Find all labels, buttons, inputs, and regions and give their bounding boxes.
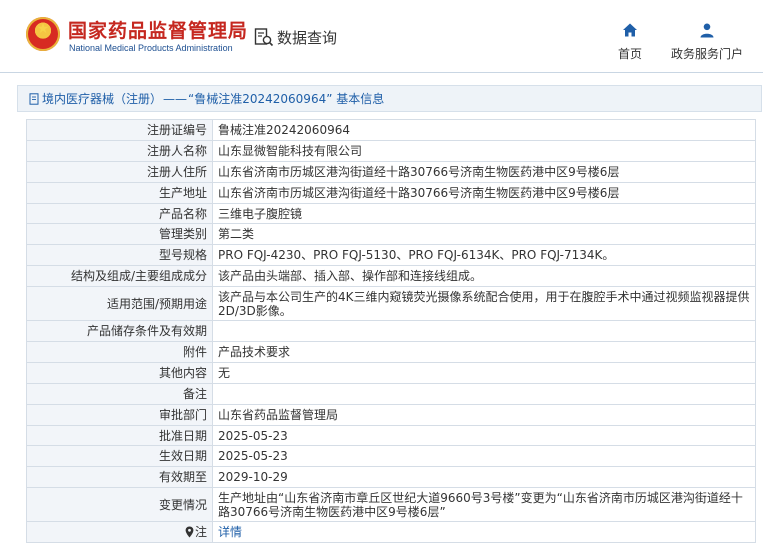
table-row: 管理类别 第二类: [26, 223, 756, 246]
site-header: 国家药品监督管理局 National Medical Products Admi…: [0, 0, 763, 73]
breadcrumb-separator: ——: [163, 91, 188, 106]
note-label: 注: [194, 525, 207, 540]
table-row: 生效日期 2025-05-23: [26, 445, 756, 468]
table-row: 附件 产品技术要求: [26, 341, 756, 363]
field-value: 详情: [212, 521, 756, 544]
field-value: PRO FQJ-4230、PRO FQJ-5130、PRO FQJ-6134K、…: [212, 244, 756, 267]
field-value: 该产品与本公司生产的4K三维内窥镜荧光摄像系统配合使用，用于在腹腔手术中通过视频…: [212, 286, 756, 322]
field-value: 山东省济南市历城区港沟街道经十路30766号济南生物医药港中区9号楼6层: [212, 160, 756, 183]
table-row: 备注: [26, 382, 756, 405]
data-search-icon: [254, 28, 274, 47]
field-value: 该产品由头端部、插入部、操作部和连接线组成。: [212, 265, 756, 288]
table-row: 其他内容 无: [26, 361, 756, 384]
nav-service-portal[interactable]: 政务服务门户: [665, 22, 749, 62]
field-label: 产品名称: [26, 202, 213, 225]
breadcrumb: 境内医疗器械（注册） —— “鲁械注准20242060964” 基本信息: [17, 85, 762, 112]
field-value: 2029-10-29: [212, 466, 756, 489]
field-label: 批准日期: [26, 424, 213, 447]
table-row: 产品储存条件及有效期: [26, 320, 756, 343]
field-value: [212, 320, 756, 343]
nav-home[interactable]: 首页: [613, 22, 647, 62]
details-link[interactable]: 详情: [218, 525, 242, 539]
site-logo-subtitle: National Medical Products Administration: [69, 43, 233, 53]
national-emblem-icon: [26, 17, 60, 51]
field-value: 三维电子腹腔镜: [212, 202, 756, 225]
table-row: 注 详情: [26, 521, 756, 544]
table-row: 批准日期 2025-05-23: [26, 424, 756, 447]
field-label: 结构及组成/主要组成成分: [26, 265, 213, 288]
field-value: 山东省药品监督管理局: [212, 403, 756, 426]
user-icon: [700, 23, 714, 38]
field-value: 2025-05-23: [212, 445, 756, 468]
field-label: 注册人住所: [26, 160, 213, 183]
table-row: 有效期至 2029-10-29: [26, 466, 756, 489]
table-row: 生产地址 山东省济南市历城区港沟街道经十路30766号济南生物医药港中区9号楼6…: [26, 181, 756, 204]
table-row: 适用范围/预期用途 该产品与本公司生产的4K三维内窥镜荧光摄像系统配合使用，用于…: [26, 286, 756, 322]
field-value: 第二类: [212, 223, 756, 246]
table-row: 注册人名称 山东显微智能科技有限公司: [26, 139, 756, 162]
field-label: 适用范围/预期用途: [26, 286, 213, 322]
field-label: 注册证编号: [26, 119, 213, 141]
data-query-link[interactable]: 数据查询: [254, 27, 337, 47]
field-value: 2025-05-23: [212, 424, 756, 447]
field-label: 审批部门: [26, 403, 213, 426]
table-row: 注册人住所 山东省济南市历城区港沟街道经十路30766号济南生物医药港中区9号楼…: [26, 160, 756, 183]
field-value: 鲁械注准20242060964: [212, 119, 756, 141]
table-row: 变更情况 生产地址由“山东省济南市章丘区世纪大道9660号3号楼”变更为“山东省…: [26, 487, 756, 523]
nav-home-label: 首页: [617, 47, 642, 61]
table-row: 审批部门 山东省药品监督管理局: [26, 403, 756, 426]
site-logo-title[interactable]: 国家药品监督管理局: [68, 16, 248, 43]
field-label: 注册人名称: [26, 139, 213, 162]
field-value: 产品技术要求: [212, 341, 756, 363]
breadcrumb-current: “鲁械注准20242060964” 基本信息: [188, 92, 385, 106]
field-label: 型号规格: [26, 244, 213, 267]
document-icon: [29, 92, 39, 105]
breadcrumb-category-link[interactable]: 境内医疗器械（注册）: [42, 90, 162, 107]
field-value: 生产地址由“山东省济南市章丘区世纪大道9660号3号楼”变更为“山东省济南市历城…: [212, 487, 756, 523]
field-label: 备注: [26, 382, 213, 405]
note-label-cell: 注: [26, 521, 213, 544]
field-value: 山东省济南市历城区港沟街道经十路30766号济南生物医药港中区9号楼6层: [212, 181, 756, 204]
field-value: 山东显微智能科技有限公司: [212, 139, 756, 162]
table-row: 结构及组成/主要组成成分 该产品由头端部、插入部、操作部和连接线组成。: [26, 265, 756, 288]
field-value: [212, 382, 756, 405]
field-label: 生产地址: [26, 181, 213, 204]
table-row: 型号规格 PRO FQJ-4230、PRO FQJ-5130、PRO FQJ-6…: [26, 244, 756, 267]
table-row: 注册证编号 鲁械注准20242060964: [26, 119, 756, 141]
location-pin-icon: [185, 526, 194, 538]
field-label: 生效日期: [26, 445, 213, 468]
nav-service-label: 政务服务门户: [670, 47, 743, 61]
field-label: 有效期至: [26, 466, 213, 489]
home-icon: [623, 23, 637, 37]
data-query-label: 数据查询: [277, 28, 338, 47]
registration-info-table: 注册证编号 鲁械注准20242060964 注册人名称 山东显微智能科技有限公司…: [26, 119, 756, 544]
field-value: 无: [212, 361, 756, 384]
field-label: 变更情况: [26, 487, 213, 523]
field-label: 管理类别: [26, 223, 213, 246]
field-label: 产品储存条件及有效期: [26, 320, 213, 343]
field-label: 其他内容: [26, 361, 213, 384]
table-row: 产品名称 三维电子腹腔镜: [26, 202, 756, 225]
field-label: 附件: [26, 341, 213, 363]
